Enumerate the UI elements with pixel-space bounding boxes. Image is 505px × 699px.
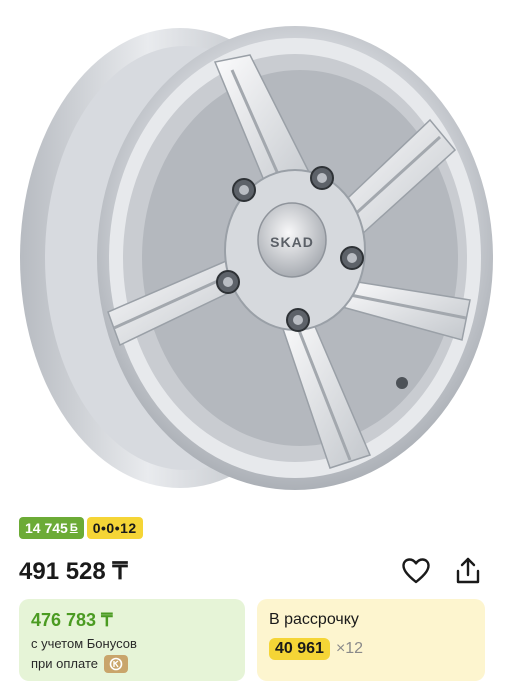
installment-amount: 40 961 xyxy=(269,638,330,660)
bonus-price-card[interactable]: 476 783 ₸ с учетом Бонусов при оплате xyxy=(19,599,245,681)
price-actions xyxy=(401,556,483,586)
bonus-amount: 14 745 xyxy=(25,520,68,536)
bonus-note-line2: при оплате xyxy=(31,656,98,671)
share-button[interactable] xyxy=(453,556,483,586)
favorite-button[interactable] xyxy=(401,556,431,586)
product-page: SKAD 14 745 Б 0•0•12 491 528 ₸ 476 783 ₸… xyxy=(0,0,505,699)
share-icon xyxy=(456,557,480,584)
product-image[interactable]: SKAD xyxy=(0,0,505,505)
kaspi-gold-icon xyxy=(103,655,128,673)
installment-badge-label: 0•0•12 xyxy=(92,520,137,536)
installment-card[interactable]: В рассрочку 40 961 ×12 xyxy=(257,599,485,681)
bonus-note-line1: с учетом Бонусов xyxy=(31,636,137,651)
bonus-note: с учетом Бонусов при оплате xyxy=(31,634,233,674)
heart-icon xyxy=(402,558,430,584)
installment-badge: 0•0•12 xyxy=(86,517,143,539)
bonus-note-line2-row: при оплате xyxy=(31,654,233,674)
bonus-badge: 14 745 Б xyxy=(19,517,84,539)
installment-months: ×12 xyxy=(335,640,364,657)
bonus-symbol: Б xyxy=(69,522,78,534)
alloy-wheel-image: SKAD xyxy=(20,26,493,490)
installment-title: В рассрочку xyxy=(269,611,359,628)
brand-logo: SKAD xyxy=(270,234,314,250)
price-row: 491 528 ₸ xyxy=(19,553,485,589)
product-price: 491 528 ₸ xyxy=(19,557,128,585)
installment-row: 40 961 ×12 xyxy=(269,638,473,660)
bonus-price: 476 783 ₸ xyxy=(31,610,113,630)
badges-row: 14 745 Б 0•0•12 xyxy=(19,517,143,539)
